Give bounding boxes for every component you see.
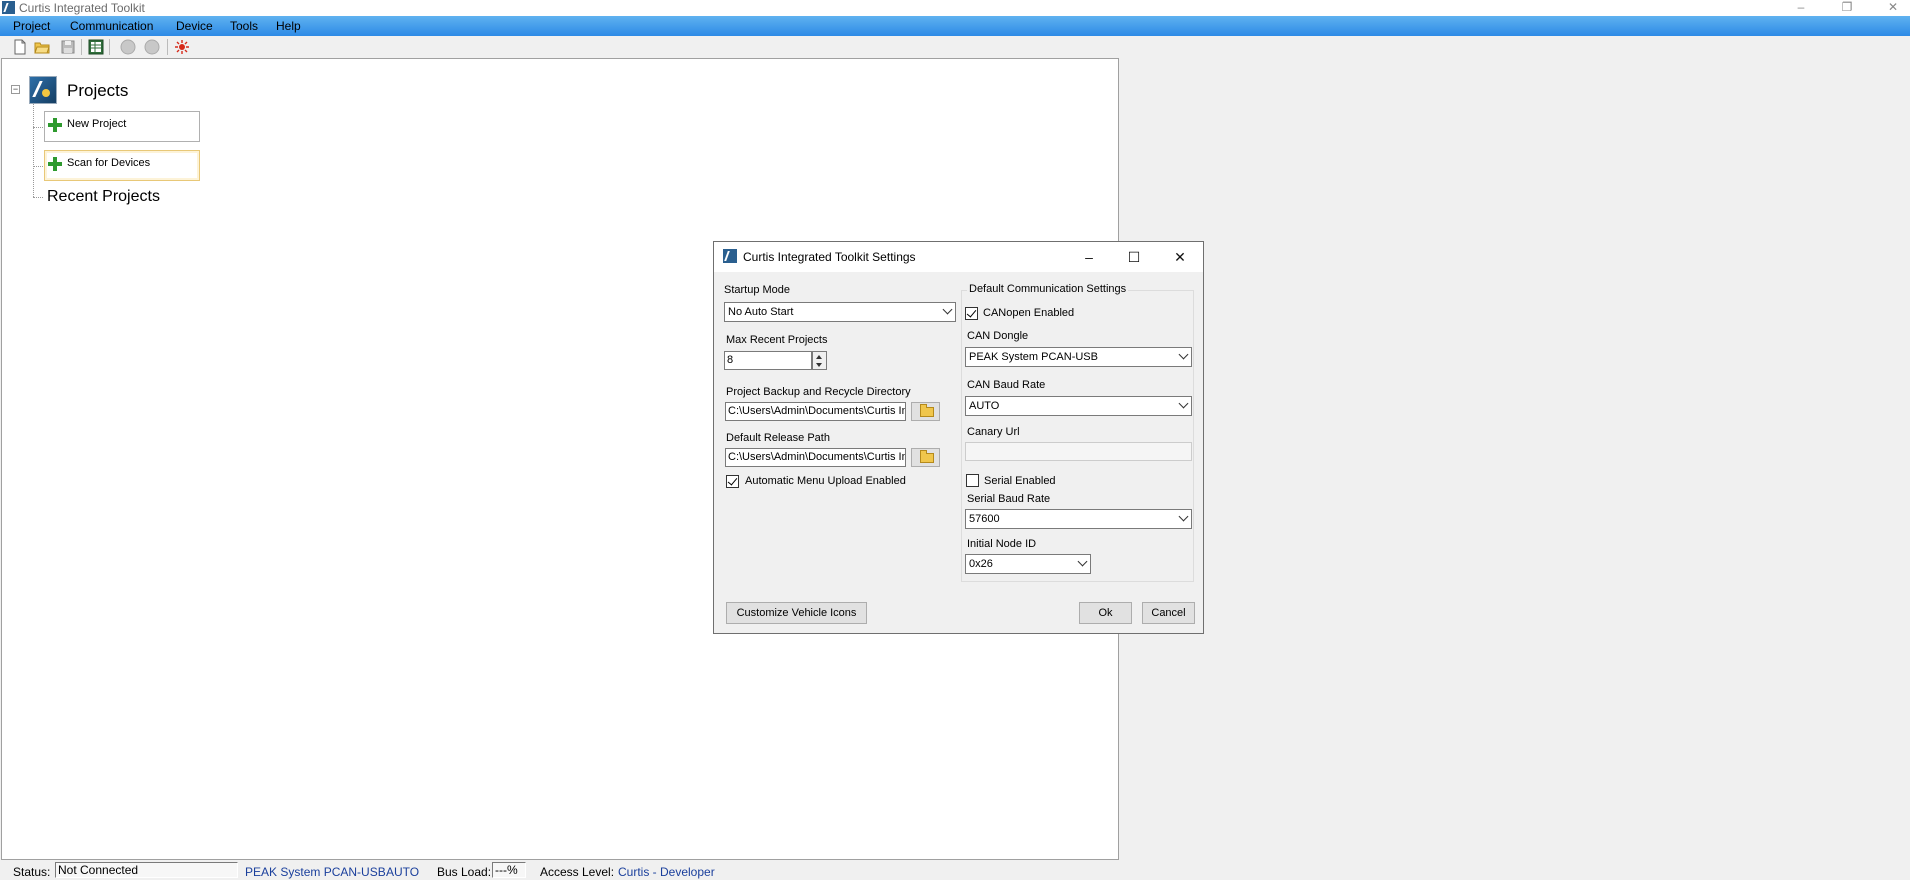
menu-project[interactable]: Project	[13, 19, 50, 33]
backup-dir-label: Project Backup and Recycle Directory	[726, 386, 911, 398]
max-recent-stepper[interactable]	[812, 351, 827, 370]
chevron-down-icon	[1077, 556, 1088, 567]
dialog-close-icon[interactable]: ✕	[1170, 247, 1190, 267]
scan-devices-button[interactable]: Scan for Devices	[44, 150, 200, 181]
disconnected-circle-icon[interactable]	[144, 39, 160, 55]
browse-backup-button[interactable]	[911, 402, 940, 421]
connection-status: Not Connected	[55, 862, 238, 878]
restore-icon[interactable]: ❐	[1831, 0, 1863, 16]
ok-button[interactable]: Ok	[1079, 602, 1132, 624]
access-level-label: Access Level:	[540, 865, 615, 879]
toolbar-separator	[167, 39, 168, 55]
spin-down-icon[interactable]	[816, 363, 822, 367]
dialog-minimize-icon[interactable]: –	[1079, 247, 1099, 267]
cancel-button[interactable]: Cancel	[1142, 602, 1195, 624]
menu-help[interactable]: Help	[276, 19, 301, 33]
menu-device[interactable]: Device	[176, 19, 213, 33]
backup-dir-input[interactable]: C:\Users\Admin\Documents\Curtis Integrat…	[725, 402, 906, 421]
app-logo-icon	[2, 1, 15, 14]
node-id-value: 0x26	[969, 558, 993, 570]
new-project-button[interactable]: New Project	[44, 111, 200, 142]
can-dongle-label: CAN Dongle	[967, 330, 1029, 342]
serial-checkbox[interactable]	[966, 474, 979, 487]
folder-icon	[920, 404, 934, 417]
scan-devices-label: Scan for Devices	[67, 157, 151, 169]
communication-group-title: Default Communication Settings	[967, 283, 1129, 295]
folder-icon	[920, 450, 934, 463]
toolbar-separator	[81, 39, 82, 55]
right-panel	[1120, 58, 1910, 860]
status-baud: AUTO	[386, 865, 420, 879]
can-baud-value: AUTO	[969, 400, 1000, 412]
browse-release-button[interactable]	[911, 448, 940, 467]
menu-bar: Project Communication Device Tools Help	[0, 16, 1910, 36]
serial-baud-label: Serial Baud Rate	[967, 493, 1051, 505]
app-logo-icon	[723, 249, 737, 263]
canopen-label: CANopen Enabled	[983, 307, 1075, 319]
canary-url-label: Canary Url	[967, 426, 1020, 438]
status-dongle: PEAK System PCAN-USB	[245, 865, 386, 879]
customize-vehicle-icons-button[interactable]: Customize Vehicle Icons	[726, 602, 867, 624]
max-recent-label: Max Recent Projects	[726, 334, 828, 346]
canopen-checkbox[interactable]	[965, 307, 978, 320]
bus-load-value: ---%	[492, 862, 526, 878]
menu-communication[interactable]: Communication	[70, 19, 153, 33]
menu-tools[interactable]: Tools	[230, 19, 258, 33]
new-project-label: New Project	[67, 118, 127, 130]
chevron-down-icon	[1178, 511, 1189, 522]
minimize-icon[interactable]: –	[1785, 0, 1817, 16]
tree-connector	[33, 127, 43, 128]
dialog-titlebar: Curtis Integrated Toolkit Settings – ☐ ✕	[714, 242, 1203, 272]
node-id-select[interactable]: 0x26	[965, 554, 1091, 574]
window-titlebar: Curtis Integrated Toolkit – ❐ ✕	[0, 0, 1910, 16]
new-document-icon[interactable]	[12, 39, 28, 55]
disconnected-circle-icon[interactable]	[120, 39, 136, 55]
can-baud-select[interactable]: AUTO	[965, 396, 1192, 416]
access-level-value: Curtis - Developer	[618, 865, 715, 879]
plus-icon	[48, 157, 62, 171]
auto-menu-upload-checkbox[interactable]	[726, 475, 739, 488]
status-bar: Status: Not Connected PEAK System PCAN-U…	[0, 860, 1910, 880]
tree-collapse-icon[interactable]: −	[11, 85, 20, 94]
toolbar	[0, 36, 1910, 58]
release-path-input[interactable]: C:\Users\Admin\Documents\Curtis Integrat…	[725, 448, 906, 467]
toolbar-separator	[109, 39, 110, 55]
plus-icon	[48, 118, 62, 132]
status-label: Status:	[13, 865, 51, 879]
settings-dialog: Curtis Integrated Toolkit Settings – ☐ ✕…	[713, 241, 1204, 634]
tree-connector	[33, 166, 43, 167]
chevron-down-icon	[1178, 349, 1189, 360]
dialog-maximize-icon[interactable]: ☐	[1124, 247, 1144, 267]
serial-baud-value: 57600	[969, 513, 1000, 525]
can-dongle-select[interactable]: PEAK System PCAN-USB	[965, 347, 1192, 367]
chevron-down-icon	[1178, 398, 1189, 409]
projects-root-icon	[29, 76, 57, 104]
chevron-down-icon	[942, 304, 953, 315]
save-icon[interactable]	[60, 39, 76, 55]
tree-recent-projects[interactable]: Recent Projects	[47, 188, 160, 206]
node-id-label: Initial Node ID	[967, 538, 1037, 550]
startup-mode-label: Startup Mode	[724, 284, 791, 296]
release-path-label: Default Release Path	[726, 432, 830, 444]
startup-mode-select[interactable]: No Auto Start	[724, 302, 956, 322]
window-title: Curtis Integrated Toolkit	[19, 1, 145, 15]
tree-connector	[33, 197, 43, 198]
spreadsheet-icon[interactable]	[88, 39, 104, 55]
bus-load-label: Bus Load:	[437, 865, 492, 879]
tree-connector	[33, 104, 34, 197]
max-recent-input[interactable]: 8	[724, 351, 812, 370]
canary-url-input[interactable]	[965, 442, 1192, 461]
serial-label: Serial Enabled	[984, 475, 1056, 487]
spin-up-icon[interactable]	[816, 355, 822, 359]
can-baud-label: CAN Baud Rate	[967, 379, 1046, 391]
auto-menu-upload-label: Automatic Menu Upload Enabled	[745, 475, 906, 487]
open-folder-icon[interactable]	[34, 39, 50, 55]
dialog-title: Curtis Integrated Toolkit Settings	[743, 250, 916, 264]
sun-icon[interactable]	[174, 39, 190, 55]
startup-mode-value: No Auto Start	[728, 306, 794, 318]
close-icon[interactable]: ✕	[1877, 0, 1909, 16]
serial-baud-select[interactable]: 57600	[965, 509, 1192, 529]
tree-root-projects[interactable]: Projects	[67, 81, 128, 101]
can-dongle-value: PEAK System PCAN-USB	[969, 351, 1098, 363]
